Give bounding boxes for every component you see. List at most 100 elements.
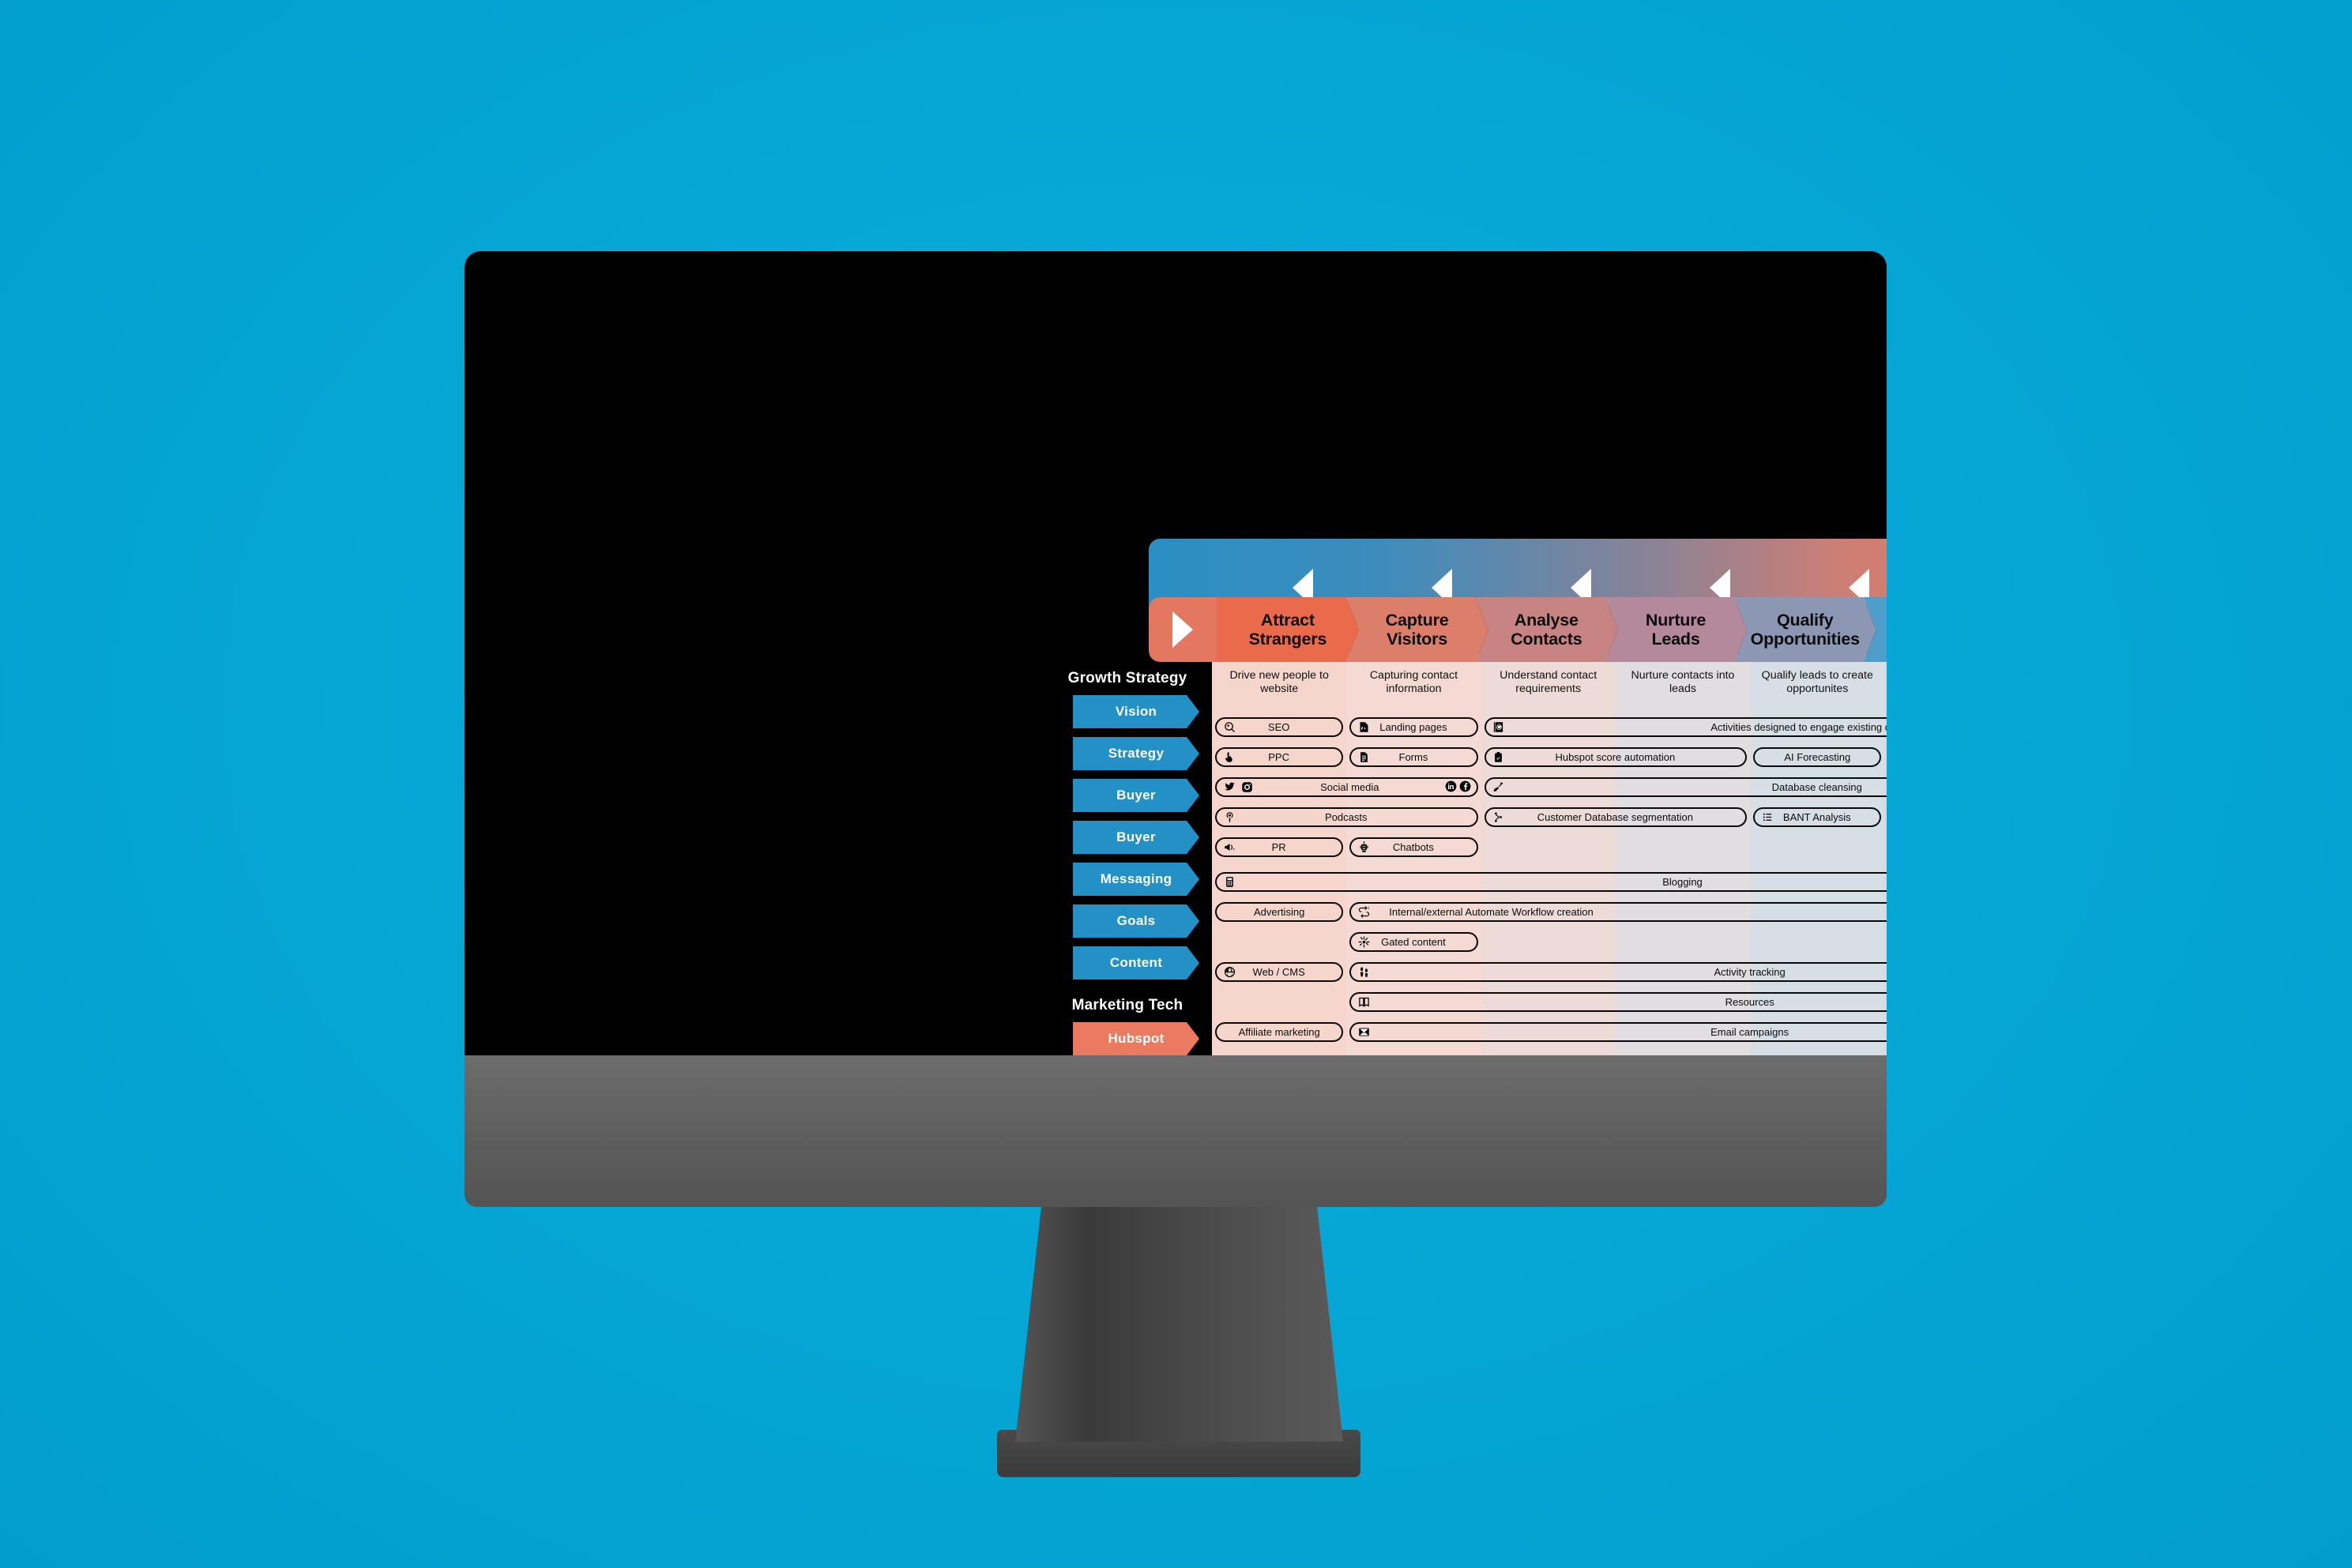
tactic-pill-label: SEO (1267, 721, 1290, 733)
tactic-pill-label: Web / CMS (1252, 966, 1305, 978)
sidebar-tech-title: Marketing Tech (1071, 997, 1184, 1013)
tactic-pill-internal-external-automate-workflow-creation[interactable]: 1 Internal/external Automate Workflow cre… (1349, 902, 1887, 922)
tactic-pill-ppc[interactable]: PPC (1215, 747, 1344, 767)
svg-text:1: 1 (1368, 906, 1370, 910)
stage-header-analyse[interactable]: Analyse Contacts (1475, 597, 1617, 662)
tactic-pill-grid: SEO Landing pages Activities designed to e… (1212, 711, 1887, 1055)
tactic-pill-label: PPC (1268, 751, 1289, 763)
clipboard-check-icon (1491, 751, 1507, 763)
stage-list: Attract Strangers Capture Visitors Analyse Co… (1217, 597, 1887, 662)
book-icon (1356, 996, 1372, 1008)
tactic-pill-chatbots[interactable]: Chatbots (1349, 837, 1478, 857)
monitor-chin (465, 1053, 1887, 1207)
sidebar-item-hubspot[interactable]: Hubspot (1073, 1022, 1199, 1055)
matrix-panel: Drive new people to website Capturing con… (1212, 654, 1887, 1055)
stage-description-row: Drive new people to website Capturing con… (1212, 654, 1887, 711)
list-icon (1759, 811, 1775, 823)
tactic-pill-hubspot-score-automation[interactable]: Hubspot score automation (1484, 747, 1748, 767)
tactic-pill-podcasts[interactable]: Podcasts (1215, 807, 1478, 827)
gated-icon (1356, 936, 1372, 948)
stage-header-label: Capture Visitors (1385, 610, 1449, 649)
tactic-pill-landing-pages[interactable]: Landing pages (1349, 717, 1478, 737)
stage-description: Convert qualified leads into customers (1884, 654, 1887, 711)
sidebar-item-vision[interactable]: Vision (1073, 695, 1199, 728)
stage-header-capture[interactable]: Capture Visitors (1346, 597, 1488, 662)
tactic-pill-label: PR (1271, 841, 1286, 853)
sidebar-item-label: Content (1109, 955, 1163, 970)
landing-page-icon (1356, 721, 1372, 733)
envelope-icon (1356, 1026, 1372, 1038)
tactic-pill-activities-designed-to-engage-existing-contacts[interactable]: Activities designed to engage existing c… (1484, 717, 1887, 737)
sidebar-item-strategy[interactable]: Strategy (1073, 737, 1199, 770)
tactic-pill-gated-content[interactable]: Gated content (1349, 932, 1478, 952)
tactic-pill-label: Customer Database segmentation (1537, 811, 1693, 823)
tactic-pill-pr[interactable]: PR (1215, 837, 1344, 857)
footsteps-icon (1356, 966, 1372, 978)
stage-description: Capturing contact information (1369, 669, 1458, 695)
tactic-pill-label: Podcasts (1325, 811, 1368, 823)
tactic-pill-label: Chatbots (1392, 841, 1434, 853)
tactic-pill-label: Landing pages (1379, 721, 1447, 733)
sidebar-item-content[interactable]: Content (1073, 946, 1199, 980)
tactic-pill-label: Social media (1320, 781, 1379, 793)
tactic-pill-label: Advertising (1253, 906, 1305, 918)
sidebar-item-label: Buyer (1116, 788, 1156, 803)
tactic-pill-label: Forms (1398, 751, 1428, 763)
tactic-pill-blogging[interactable]: Blogging (1215, 872, 1887, 892)
tactic-pill-advertising[interactable]: Advertising (1215, 902, 1344, 922)
tactic-pill-customer-database-segmentation[interactable]: Customer Database segmentation (1484, 807, 1748, 827)
stage-header-attract[interactable]: Attract Strangers (1217, 597, 1359, 662)
sidebar-item-buyer[interactable]: Buyer (1073, 821, 1199, 854)
sidebar-item-buyer[interactable]: Buyer (1073, 779, 1199, 812)
tactic-pill-social-media[interactable]: Social media (1215, 777, 1478, 797)
tactic-pill-label: Activities designed to engage existing c… (1710, 721, 1887, 733)
sidebar-item-goals[interactable]: Goals (1073, 904, 1199, 938)
tactic-pill-label: Blogging (1662, 876, 1703, 888)
tactic-pill-activity-tracking[interactable]: Activity tracking (1349, 962, 1887, 982)
tactic-pill-forms[interactable]: Forms (1349, 747, 1478, 767)
stage-header-nurture[interactable]: Nurture Leads (1605, 597, 1747, 662)
tactic-pill-label: Gated content (1381, 936, 1446, 948)
sidebar-tech-list: HubspotInsightsABIAI (1054, 1022, 1201, 1055)
click-hand-icon (1221, 751, 1237, 763)
tactic-pill-ai-forecasting[interactable]: AI Forecasting (1753, 747, 1882, 767)
instagram-icon (1239, 781, 1255, 793)
workflow-icon: 1 (1356, 906, 1372, 918)
slide-canvas: Attract Strangers Capture Visitors Analyse Co… (465, 251, 1887, 1055)
tactic-pill-database-cleansing[interactable]: Database cleansing (1484, 777, 1887, 797)
tactic-pill-bant-analysis[interactable]: BANT Analysis (1753, 807, 1882, 827)
stage-description: Understand contact requirements (1500, 669, 1597, 695)
tactic-pill-label: Database cleansing (1771, 781, 1862, 793)
twitter-icon (1221, 781, 1237, 793)
sidebar-item-label: Messaging (1100, 871, 1172, 886)
stage-description: Drive new people to website (1229, 669, 1329, 695)
tactic-pill-web-cms[interactable]: Web / CMS (1215, 962, 1344, 982)
tactic-pill-resources[interactable]: Resources (1349, 992, 1887, 1012)
tactic-pill-affiliate-marketing[interactable]: Affiliate marketing (1215, 1022, 1344, 1042)
sidebar-item-label: Goals (1116, 913, 1156, 928)
facebook-icon (1459, 780, 1471, 795)
sidebar-growth-list: Vision Strategy Buyer Buyer Messaging Goals Co… (1054, 695, 1201, 980)
tactic-pill-label: AI Forecasting (1784, 751, 1851, 763)
broom-icon (1491, 781, 1507, 793)
segment-icon (1491, 811, 1507, 823)
sidebar-item-label: Buyer (1116, 829, 1156, 844)
chatbot-icon (1356, 841, 1372, 853)
tactic-pill-label: Hubspot score automation (1555, 751, 1676, 763)
at-contact-icon (1491, 721, 1507, 733)
tactic-pill-label: Internal/external Automate Workflow crea… (1389, 906, 1594, 918)
sidebar-item-messaging[interactable]: Messaging (1073, 863, 1199, 896)
search-icon (1221, 721, 1237, 733)
stage-header-qualify[interactable]: Qualify Opportunities (1734, 597, 1876, 662)
tactic-pill-email-campaigns[interactable]: Email campaigns (1349, 1022, 1887, 1042)
tactic-pill-seo[interactable]: SEO (1215, 717, 1344, 737)
form-icon (1356, 751, 1372, 763)
stage-description: Nurture contacts into leads (1631, 669, 1735, 695)
linkedin-icon (1445, 780, 1457, 795)
tactic-pill-label: Resources (1725, 996, 1774, 1008)
stage-description: Qualify leads to create opportunites (1761, 669, 1873, 695)
sidebar-item-label: Strategy (1108, 746, 1165, 761)
stage-header-label: Qualify Opportunities (1750, 610, 1860, 649)
tactic-pill-label: Activity tracking (1714, 966, 1786, 978)
sidebar-growth-title: Growth Strategy (1067, 670, 1187, 686)
